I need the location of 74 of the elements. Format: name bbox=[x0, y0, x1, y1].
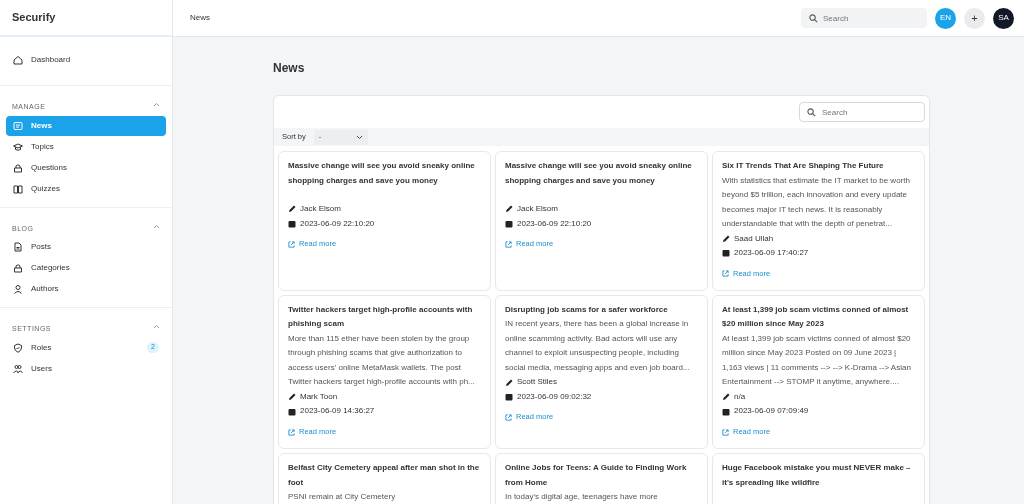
external-link-icon bbox=[722, 270, 729, 278]
shield-icon bbox=[13, 342, 23, 353]
page-title: News bbox=[273, 60, 306, 77]
sidebar-item[interactable]: Quizzes bbox=[6, 178, 166, 199]
article-date: 2023-06-09 09:02:32 bbox=[517, 390, 592, 403]
sidebar-item[interactable]: Categories bbox=[6, 258, 166, 278]
calendar-icon bbox=[288, 219, 296, 228]
article-excerpt: More than 115 ether have been stolen by the group through phishing scams that give authorization to access users' online MetaMask wallets. The post Twitter hackers target high-profile accounts with ph... bbox=[288, 332, 476, 389]
article-author: Saad Ullah bbox=[734, 232, 774, 245]
calendar-icon bbox=[722, 407, 730, 416]
external-link-icon bbox=[722, 428, 729, 436]
article-title: Online Jobs for Teens: A Guide to Finding Work from Home bbox=[505, 462, 688, 489]
article-excerpt: PSNI remain at City Cemetery bbox=[288, 491, 397, 503]
article-author: Mark Toon bbox=[300, 390, 338, 403]
sidebar-item[interactable]: Questions bbox=[6, 157, 166, 178]
chevron-up-icon[interactable] bbox=[153, 223, 160, 229]
graduation-cap-icon bbox=[13, 141, 23, 152]
article-date: 2023-06-09 07:09:49 bbox=[734, 405, 809, 418]
article-excerpt: At least 1,399 job scam victims conned of almost $20 million since May 2023 Posted on 09 June 2023 | 1,163 views | 11 comments --> --> K-Drama --> Asian Entertainment --> STOMP it anytime, anywhere.... bbox=[722, 332, 912, 389]
pencil-icon bbox=[722, 393, 730, 401]
sidebar-item[interactable]: Users bbox=[6, 358, 166, 379]
sidebar-item[interactable]: Topics bbox=[6, 136, 166, 157]
article-title: Huge Facebook mistake you must NEVER make – it's spreading like wildfire bbox=[722, 462, 912, 489]
article-date: 2023-06-09 22:10:20 bbox=[300, 217, 375, 230]
article-excerpt: In today's digital age, teenagers have more bbox=[505, 491, 659, 503]
chevron-down-icon bbox=[355, 134, 363, 140]
external-link-icon bbox=[505, 414, 512, 421]
breadcrumb: News bbox=[190, 12, 210, 24]
calendar-icon bbox=[505, 219, 513, 228]
sidebar-item[interactable]: Posts bbox=[6, 237, 166, 257]
pencil-icon bbox=[505, 378, 513, 387]
person-icon bbox=[13, 284, 23, 294]
bag-icon bbox=[13, 162, 23, 173]
search-field[interactable]: Search bbox=[801, 8, 927, 28]
add-button[interactable]: + bbox=[964, 7, 985, 29]
article-author: Jack Elsom bbox=[300, 203, 341, 215]
article-title: Massive change will see you avoid sneaky online shopping charges and save you money bbox=[505, 160, 693, 187]
brand-name: Securify bbox=[0, 0, 172, 37]
pencil-icon bbox=[722, 234, 730, 243]
article-title: Disrupting job scams for a safer workforce bbox=[505, 303, 669, 316]
article-author: Scott Stiles bbox=[517, 376, 557, 389]
article-title: Massive change will see you avoid sneaky online shopping charges and save you money bbox=[288, 160, 476, 187]
chevron-up-icon[interactable] bbox=[153, 102, 160, 107]
sidebar-item[interactable]: Dashboard bbox=[6, 50, 166, 70]
users-icon bbox=[13, 363, 23, 374]
article-author: n/a bbox=[734, 390, 746, 403]
user-avatar[interactable]: SA bbox=[993, 7, 1014, 29]
newspaper-icon bbox=[13, 120, 23, 131]
external-link-icon bbox=[505, 240, 512, 248]
article-date: 2023-06-09 17:40:27 bbox=[734, 247, 809, 259]
sidebar-item[interactable]: Authors bbox=[6, 279, 166, 299]
calendar-icon bbox=[288, 407, 296, 416]
home-icon bbox=[13, 55, 23, 65]
chevron-up-icon[interactable] bbox=[153, 324, 160, 329]
pencil-icon bbox=[505, 205, 513, 214]
news-search-field[interactable]: Search bbox=[799, 102, 925, 122]
article-excerpt: IN recent years, there has been a global increase in online scamming activity. Bad actors will use any channel to exploit unsuspecting people, including social media, messaging apps and even job board... bbox=[505, 318, 691, 374]
pencil-icon bbox=[288, 205, 296, 214]
calendar-icon bbox=[722, 249, 730, 258]
external-link-icon bbox=[288, 240, 295, 248]
article-date: 2023-06-09 14:36:27 bbox=[300, 405, 375, 418]
article-excerpt: With statistics that estimate the IT market to be worth beyond $5 trillion, each innovation and every update becomes major IT tech news. It is reasonably understandable that with the depth of penetrat... bbox=[722, 174, 911, 230]
calendar-icon bbox=[505, 393, 513, 401]
article-title: Six IT Trends That Are Shaping The Future bbox=[722, 160, 885, 172]
article-author: Jack Elsom bbox=[517, 203, 558, 215]
article-title: Belfast City Cemetery appeal after man shot in the foot bbox=[288, 462, 481, 489]
document-icon bbox=[13, 242, 23, 252]
article-date: 2023-06-09 22:10:20 bbox=[517, 217, 592, 230]
external-link-icon bbox=[288, 428, 295, 436]
book-icon bbox=[13, 183, 23, 194]
bag-icon bbox=[13, 263, 23, 273]
article-title: Twitter hackers target high-profile accounts with phishing scam bbox=[288, 303, 474, 331]
article-title: At least 1,399 job scam victims conned of almost $20 million since May 2023 bbox=[722, 303, 910, 331]
pencil-icon bbox=[288, 393, 296, 401]
